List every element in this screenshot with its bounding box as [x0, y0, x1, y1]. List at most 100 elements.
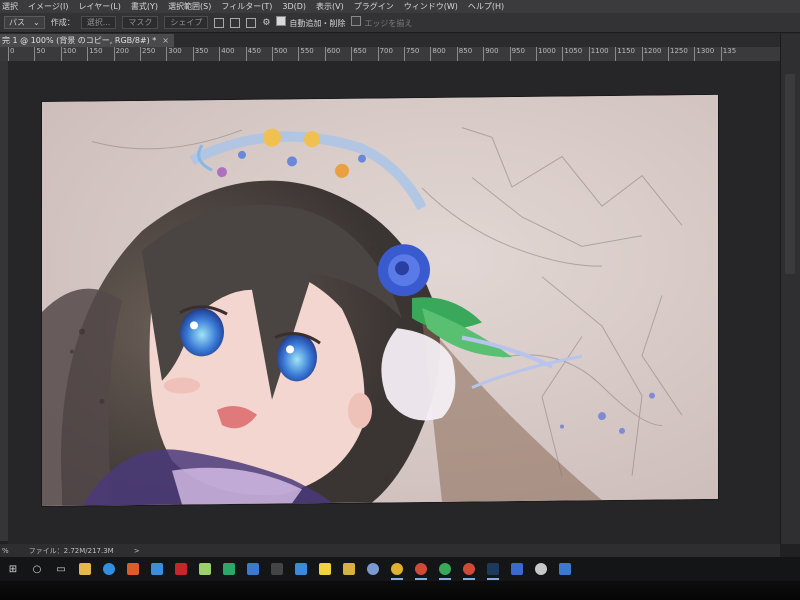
notepad-icon[interactable]	[196, 560, 214, 578]
ruler-tick: 900	[483, 47, 499, 61]
globe-icon[interactable]	[364, 560, 382, 578]
task-view-icon[interactable]: ▭	[52, 560, 70, 578]
path-arrangement-icon[interactable]	[246, 17, 257, 28]
checkbox-icon	[351, 16, 362, 26]
selection-button[interactable]: 選択...	[80, 16, 117, 29]
ruler-tick: 800	[430, 47, 446, 61]
photoshop-icon-glyph	[487, 563, 499, 575]
globe-icon-glyph	[367, 563, 379, 575]
menu-3d[interactable]: 3D(D)	[282, 0, 306, 13]
app-icon-2[interactable]	[340, 560, 358, 578]
filezilla-icon-glyph	[175, 563, 187, 575]
menu-type[interactable]: 書式(Y)	[131, 0, 158, 13]
mask-button[interactable]: マスク	[122, 16, 159, 29]
menu-filter[interactable]: フィルター(T)	[221, 0, 272, 13]
menu-layer[interactable]: レイヤー(L)	[78, 0, 120, 13]
itunes-icon-glyph	[535, 563, 547, 575]
auto-add-delete-toggle[interactable]: 自動追加・削除	[276, 16, 345, 29]
network-icon[interactable]	[292, 560, 310, 578]
watercolor-illustration[interactable]	[42, 94, 718, 506]
mail-icon-glyph	[247, 563, 259, 575]
search-icon[interactable]: ○	[28, 560, 46, 578]
document-tab-title: 完 1 @ 100% (背景 のコピー, RGB/8#) *	[2, 36, 157, 45]
align-edges-toggle[interactable]: エッジを揃え	[351, 16, 412, 29]
gear-icon[interactable]: ⚙	[262, 18, 270, 28]
path-alignment-icon[interactable]	[230, 17, 241, 28]
filezilla-icon[interactable]	[172, 560, 190, 578]
ruler-tick: 100	[60, 47, 77, 61]
path-mode-select[interactable]: パス ⌄	[4, 16, 45, 29]
path-operations-icon[interactable]	[214, 17, 225, 28]
ruler-tick: 1250	[668, 47, 688, 61]
vscode-icon-glyph	[151, 563, 163, 575]
ruler-tick: 200	[113, 47, 129, 61]
chevron-down-icon: ⌄	[33, 18, 40, 27]
right-panel-strip	[780, 34, 800, 544]
itunes-icon[interactable]	[532, 560, 550, 578]
app-icon-4[interactable]	[556, 560, 574, 578]
shape-button[interactable]: シェイプ	[164, 16, 209, 29]
chrome-icon-3[interactable]	[436, 560, 454, 580]
chrome-icon-2[interactable]	[412, 560, 430, 580]
app-icon-4-glyph	[559, 563, 571, 575]
edge-icon[interactable]	[100, 560, 118, 578]
app-icon-1-glyph	[223, 563, 235, 575]
auto-add-delete-label: 自動追加・削除	[289, 19, 346, 28]
photoshop-icon[interactable]	[484, 560, 502, 580]
ruler-tick: 250	[139, 47, 156, 61]
terminal-icon[interactable]	[268, 560, 286, 578]
ruler-tick: 700	[377, 47, 393, 61]
sticky-notes-icon[interactable]	[316, 560, 334, 578]
photos-icon[interactable]	[124, 560, 142, 578]
start-icon[interactable]: ⊞	[4, 560, 22, 578]
chrome-icon-glyph	[391, 563, 403, 575]
ruler-tick: 750	[403, 47, 420, 61]
vscode-icon[interactable]	[148, 560, 166, 578]
ruler-tick: 350	[192, 47, 209, 61]
chrome-icon[interactable]	[388, 560, 406, 580]
zoom-level[interactable]: %	[2, 547, 9, 555]
file-explorer-icon[interactable]	[76, 560, 94, 578]
document-tab[interactable]: 完 1 @ 100% (背景 のコピー, RGB/8#) * ×	[0, 34, 174, 47]
network-icon-glyph	[295, 563, 307, 575]
windows-taskbar: ⊞ ○ ▭	[0, 557, 800, 581]
mail-icon[interactable]	[244, 560, 262, 578]
app-icon-1[interactable]	[220, 560, 238, 578]
menu-help[interactable]: ヘルプ(H)	[468, 0, 504, 13]
app-icon-3[interactable]	[508, 560, 526, 578]
sticky-notes-icon-glyph	[319, 563, 331, 575]
menu-plugins[interactable]: プラグイン	[354, 0, 394, 13]
menu-window[interactable]: ウィンドウ(W)	[404, 0, 458, 13]
chrome-icon-3-glyph	[439, 563, 451, 575]
menu-select[interactable]: 選択	[2, 0, 18, 13]
notepad-icon-glyph	[199, 563, 211, 575]
options-bar: パス ⌄ 作成： 選択... マスク シェイプ ⚙ 自動追加・削除 エッジを揃え	[0, 13, 800, 33]
file-explorer-icon-glyph	[79, 563, 91, 575]
photos-icon-glyph	[127, 563, 139, 575]
ruler-tick: 0	[7, 47, 15, 61]
ruler-tick: 850	[456, 47, 473, 61]
monitor-screen: 選択 イメージ(I) レイヤー(L) 書式(Y) 選択範囲(S) フィルター(T…	[0, 0, 800, 600]
ruler-tick: 650	[351, 47, 367, 61]
edge-icon-glyph	[103, 563, 115, 575]
menu-view[interactable]: 表示(V)	[316, 0, 344, 13]
ruler-tick: 450	[245, 47, 261, 61]
menu-selection[interactable]: 選択範囲(S)	[168, 0, 211, 13]
ruler-tick: 300	[166, 47, 182, 61]
ruler-tick: 1000	[536, 47, 556, 61]
ruler-tick: 600	[324, 47, 341, 61]
ruler-tick: 1150	[615, 47, 636, 61]
file-info: ファイル：2.72M/217.3M	[28, 546, 114, 555]
app-icon-2-glyph	[343, 563, 355, 575]
ruler-tick: 950	[509, 47, 525, 61]
document-tab-bar: 完 1 @ 100% (背景 のコピー, RGB/8#) * ×	[0, 34, 800, 47]
status-bar: % ファイル：2.72M/217.3M >	[0, 544, 780, 557]
chrome-icon-4[interactable]	[460, 560, 478, 580]
panel-scrollbar[interactable]	[785, 74, 795, 274]
menu-image[interactable]: イメージ(I)	[28, 0, 68, 13]
status-arrow-icon[interactable]: >	[134, 547, 140, 555]
menu-bar: 選択 イメージ(I) レイヤー(L) 書式(Y) 選択範囲(S) フィルター(T…	[0, 0, 800, 13]
path-mode-value: パス	[9, 18, 25, 27]
chrome-icon-2-glyph	[415, 563, 427, 575]
close-icon[interactable]: ×	[162, 34, 169, 47]
